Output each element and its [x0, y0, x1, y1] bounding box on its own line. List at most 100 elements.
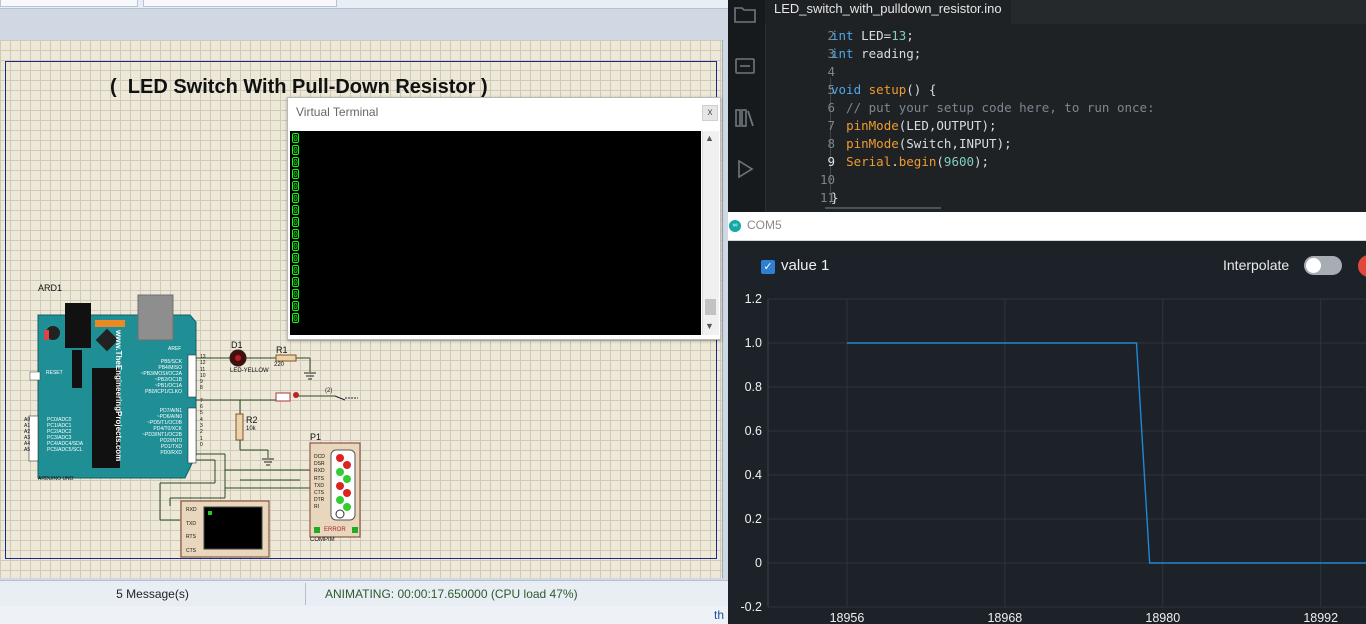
y-tick-label: 0.6: [745, 424, 762, 438]
port-signal-label: RI: [314, 504, 319, 511]
resistor-r1[interactable]: [275, 354, 297, 362]
terminal-line: 0: [292, 301, 299, 311]
board-icon[interactable]: [732, 56, 758, 82]
plotter-title: COM5: [747, 218, 782, 232]
stop-button[interactable]: [1358, 255, 1366, 277]
port-signal-list: DCD DSR RXD RTS TXD CTS DTR RI: [314, 454, 330, 512]
line-number: 2: [827, 28, 835, 43]
terminal-output[interactable]: 0 0 0 0 0 0 0 0 0 0 0 0 0 0 0 0: [290, 131, 701, 335]
scrollbar-thumb[interactable]: [705, 299, 716, 315]
switch-mark-label: (2): [325, 388, 333, 394]
port-error-label: ERROR: [324, 527, 346, 533]
line-text: // put your setup code here, to run once…: [831, 100, 1155, 115]
port-signal-label: DSR: [314, 461, 325, 468]
led-d1[interactable]: [229, 349, 247, 367]
arduino-reset-label: RESET: [46, 370, 63, 376]
r2-value-label: 10k: [246, 426, 256, 432]
messages-count[interactable]: 5 Message(s): [0, 583, 306, 605]
pin-number: 8: [200, 385, 203, 392]
terminal-pin-label: TXD: [186, 520, 196, 527]
chart-series: [846, 342, 1366, 564]
r2-ref-label: R2: [246, 415, 258, 425]
toolbar-tab[interactable]: [143, 0, 337, 7]
pin-label: PD0/RXD: [160, 450, 182, 456]
line-text: void setup() {: [831, 82, 937, 97]
bottom-strip: th: [0, 606, 728, 624]
code-line: 10: [765, 171, 1366, 189]
y-tick-label: 0: [755, 556, 762, 570]
interpolate-toggle[interactable]: [1304, 256, 1342, 275]
code-line: 4: [765, 63, 1366, 81]
terminal-line: 0: [292, 133, 299, 143]
code-line-current: 9 Serial.begin(9600);: [765, 153, 1366, 171]
led-value-label: LED-YELLOW: [230, 368, 269, 374]
arduino-ref-label: ARD1: [38, 283, 63, 293]
line-text: Serial.begin(9600);: [846, 154, 990, 169]
terminal-line: 0: [292, 313, 299, 323]
animation-status: ANIMATING: 00:00:17.650000 (CPU load 47%…: [325, 587, 578, 601]
tab-sketch-file[interactable]: LED_switch_with_pulldown_resistor.ino: [765, 0, 1011, 24]
terminal-line: 0: [292, 289, 299, 299]
resistor-r2[interactable]: [235, 413, 244, 441]
port-name-label: COMPIM: [310, 537, 335, 543]
legend-checkbox[interactable]: ✓: [761, 260, 775, 274]
pin-label: PC5/ADC5/SCL: [47, 447, 83, 453]
arduino-pins-right-top: PB5/SCK PB4/MISO ~PB3/MOSI/OC2A ~PB2/OC1…: [140, 359, 182, 395]
line-number: 4: [827, 64, 835, 79]
toolbar-tab[interactable]: [0, 0, 138, 7]
y-tick-label: -0.2: [740, 600, 762, 614]
pin-number: 0: [200, 441, 203, 448]
terminal-pin-label: RXD: [186, 507, 197, 513]
arduino-pin-numbers: 13 12 11 10 9 8 7 6 5 4 3 2 1 0: [200, 354, 212, 448]
interpolate-label: Interpolate: [1223, 257, 1290, 273]
terminal-line: 0: [292, 181, 299, 191]
code-editor[interactable]: 2 int LED=13; 3 int reading; 4 5 void se…: [765, 27, 1366, 212]
port-signal-label: RTS: [314, 475, 324, 482]
port-signal-label: RXD: [314, 468, 325, 475]
arduino-pins-right-bottom: PD7/AIN1 ~PD6/AIN0 ~PD5/T1/OC0B PD4/T0/X…: [140, 408, 182, 456]
code-line: 3 int reading;: [765, 45, 1366, 63]
debug-icon[interactable]: [732, 158, 758, 184]
serial-plotter-window: ∞ COM5 ✓ value 1 Interpolate 1.2 1.0 0.8 0.…: [728, 212, 1366, 624]
arduino-aref-label: AREF: [168, 346, 182, 352]
line-number: 5: [827, 82, 835, 97]
port-signal-label: DTR: [314, 497, 325, 504]
folder-icon[interactable]: [732, 4, 758, 30]
plot-chart: 1.21.00.80.60.40.20-0.2 18956 18968 18980 1…: [740, 292, 1366, 624]
terminal-line: 0: [292, 169, 299, 179]
chart-grid: [767, 298, 1366, 608]
terminal-pin-label: RTS: [186, 534, 196, 540]
virtual-terminal-window[interactable]: Virtual Terminal x 0 0 0 0 0 0 0 0 0 0 0…: [287, 97, 721, 340]
code-line: 11 }: [765, 189, 1366, 207]
line-number: 10: [819, 172, 835, 187]
terminal-line: 0: [292, 217, 299, 227]
code-line: 6 // put your setup code here, to run on…: [765, 99, 1366, 117]
ground-symbol: [304, 372, 316, 380]
library-icon[interactable]: [732, 108, 758, 134]
code-line: 5 void setup() {: [765, 81, 1366, 99]
x-tick-label: 18956: [830, 611, 865, 624]
pin-label: PB0/ICP1/CLKO: [145, 389, 182, 395]
chevron-down-icon[interactable]: ▼: [705, 321, 714, 331]
terminal-line: 0: [292, 253, 299, 263]
led-ref-label: D1: [231, 340, 243, 350]
chevron-up-icon[interactable]: ▲: [705, 133, 714, 143]
terminal-line: 0: [292, 229, 299, 239]
arduino-ide-editor: LED_switch_with_pulldown_resistor.ino 2 …: [728, 0, 1366, 212]
terminal-line: 0: [292, 145, 299, 155]
code-line: 7 pinMode(LED,OUTPUT);: [765, 117, 1366, 135]
terminal-scrollbar[interactable]: ▲ ▼: [702, 131, 719, 335]
arduino-analog-labels: A0 A1 A2 A3 A4 A5: [24, 417, 36, 453]
ide-sidebar: [728, 0, 766, 212]
line-text: pinMode(LED,OUTPUT);: [846, 118, 997, 133]
terminal-line: 0: [292, 277, 299, 287]
code-line: 8 pinMode(Switch,INPUT);: [765, 135, 1366, 153]
line-text: pinMode(Switch,INPUT);: [846, 136, 1012, 151]
y-tick-label: 0.2: [745, 512, 762, 526]
r1-value-label: 220: [274, 362, 285, 368]
horizontal-scrollbar[interactable]: [825, 207, 941, 209]
line-number: 9: [827, 154, 835, 169]
close-icon[interactable]: x: [702, 105, 718, 121]
y-axis-ticks: 1.2 1.0 0.8 0.6 0.4 0.2 0 -0.2: [740, 292, 762, 614]
virtual-terminal-title: Virtual Terminal: [296, 105, 379, 119]
